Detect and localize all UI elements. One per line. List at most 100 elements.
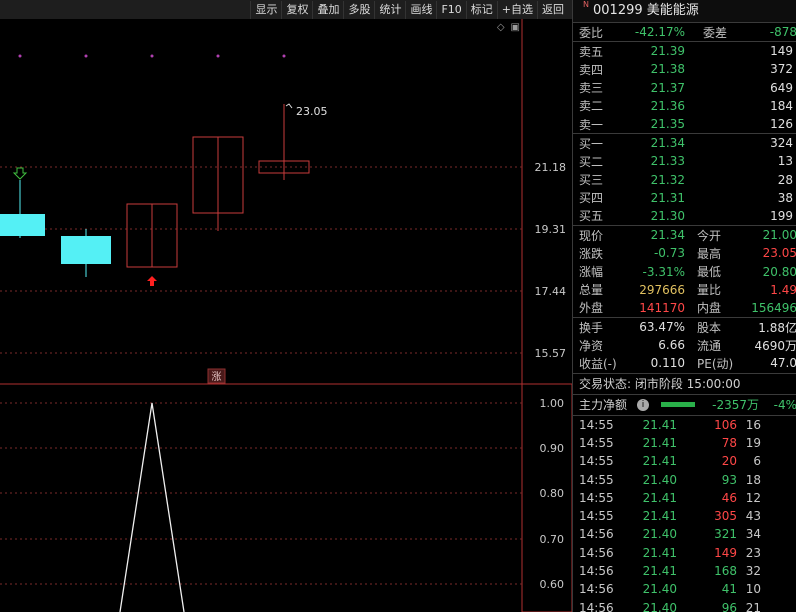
stock-code: 001299 [593,3,643,18]
ask-row: 卖二 21.36 184 [573,97,796,115]
tick-row: 14:55 21.41 106 16 [573,416,796,434]
stat-label: 外盘 [579,301,604,316]
marker-dot [282,54,286,58]
tick-price: 21.40 [642,582,677,597]
tick-price: 21.41 [642,564,677,579]
high-pointer-icon [285,103,293,109]
candle [192,136,244,231]
bid-book: 买一 21.34 324 买二 21.33 13 买三 21.32 28 买四 21.31 38 买五 2… [573,134,796,225]
kline-svg: 21.18 19.31 17.44 15.57 23.05 涨 1.00 0.9… [0,19,572,612]
tick-price: 21.40 [642,527,677,542]
ask-volume: 149 [770,44,793,59]
tick-price: 21.41 [642,454,677,469]
tick-row: 14:55 21.40 93 18 [573,470,796,488]
bid-row: 买四 21.31 38 [573,189,796,207]
tick-count: 6 [753,454,761,469]
tick-row: 14:56 21.40 41 10 [573,580,796,598]
ask-label: 卖一 [579,117,604,132]
indicator-line [119,402,185,612]
tick-volume: 321 [714,527,737,542]
ask-price: 21.36 [650,98,685,113]
kline-chart-area[interactable]: 显示 复权 叠加 多股 统计 画线 F10 标记 +自选 返回 ◇ ▣ 21.18 19.31 1… [0,0,572,612]
info-icon[interactable]: i [637,398,649,411]
tick-count: 10 [745,582,761,597]
marker-dot [150,54,154,58]
price-label: 21.18 [535,161,567,174]
stat-label: 净资 [579,338,604,353]
ask-volume: 649 [770,80,793,95]
stat-label: 现价 [579,228,604,243]
ask-row: 卖四 21.38 372 [573,60,796,78]
tick-row: 14:55 21.41 78 19 [573,434,796,452]
tick-volume: 20 [721,454,737,469]
stat-value: 0.110 [650,356,685,371]
stat-value: 20.80 [762,264,796,279]
ask-label: 卖三 [579,81,604,96]
bid-label: 买五 [579,209,604,224]
marker-dot [216,54,220,58]
tick-row: 14:55 21.41 305 43 [573,507,796,525]
candle [0,180,45,238]
stat-label: 收益(-) [579,356,617,371]
tick-row: 14:55 21.41 46 12 [573,489,796,507]
bid-label: 买一 [579,136,604,151]
tick-time: 14:55 [579,472,614,487]
bid-row: 买五 21.30 199 [573,207,796,225]
tick-volume: 149 [714,545,737,560]
tick-row: 14:55 21.41 20 6 [573,452,796,470]
candle [61,229,111,277]
stat-label: 最高 [697,246,722,261]
stat-label: 总量 [579,283,604,298]
flow-bar [661,402,695,408]
stat-value: 1.88亿 [758,320,796,335]
stat-value: 21.00 [762,228,796,243]
ask-row: 卖三 21.37 649 [573,79,796,97]
bid-label: 买四 [579,191,604,206]
bid-price: 21.32 [650,172,685,187]
tick-volume: 106 [714,417,737,432]
tick-count: 19 [745,436,761,450]
stat-row: 净资 6.66 流通 4690万 [573,336,796,354]
tick-price: 21.41 [642,436,677,450]
stat-value: 63.47% [639,320,685,335]
bid-volume: 38 [777,190,793,205]
tick-count: 18 [745,472,761,487]
indicator-label: 0.70 [540,533,565,546]
bid-price: 21.33 [650,154,685,169]
bid-label: 买三 [579,173,604,188]
stat-label: PE(动) [697,356,734,371]
tick-volume: 168 [714,564,737,579]
ask-row: 卖一 21.35 126 [573,115,796,133]
tick-row: 14:56 21.41 149 23 [573,544,796,562]
bid-price: 21.30 [650,208,685,223]
high-price-label: 23.05 [296,105,328,118]
trade-state: 交易状态: 闭市阶段 15:00:00 [573,372,796,395]
tick-count: 43 [745,509,761,524]
stat-value: -0.73 [653,246,685,261]
indicator-label: 0.60 [540,578,565,591]
indicator-tag: 涨 [212,371,222,383]
indicator-label: 0.80 [540,487,565,500]
bid-label: 买二 [579,154,604,169]
stat-value: 1.49 [770,282,796,297]
stock-header[interactable]: N 001299 美能能源 [573,0,796,23]
tick-time: 14:55 [579,417,614,432]
ask-book: 卖五 21.39 149 卖四 21.38 372 卖三 21.37 649 卖二 21.36 184… [573,42,796,133]
tick-time: 14:55 [579,509,614,524]
tick-list[interactable]: 14:55 21.41 106 16 14:55 21.41 78 19 14:55 21.41 2… [573,416,796,612]
quote-stats: 现价 21.34 今开 21.00 涨跌 -0.73 最高 23.05 涨幅 -3.31% 最低 20… [573,226,796,317]
stat-row: 现价 21.34 今开 21.00 [573,226,796,244]
stat-value: 23.05 [762,246,796,261]
stat-value: 141170 [639,300,685,315]
stat-value: -3.31% [642,264,685,279]
stat-row: 外盘 141170 内盘 156496 [573,299,796,317]
stat-row: 涨幅 -3.31% 最低 20.80 [573,262,796,280]
ask-price: 21.39 [650,44,685,59]
stat-label: 涨幅 [579,265,604,280]
tick-time: 14:56 [579,527,614,542]
stat-label: 换手 [579,320,604,335]
tick-price: 21.41 [642,545,677,560]
tick-count: 32 [745,564,761,579]
tick-price: 21.40 [642,600,677,612]
bid-row: 买一 21.34 324 [573,134,796,152]
